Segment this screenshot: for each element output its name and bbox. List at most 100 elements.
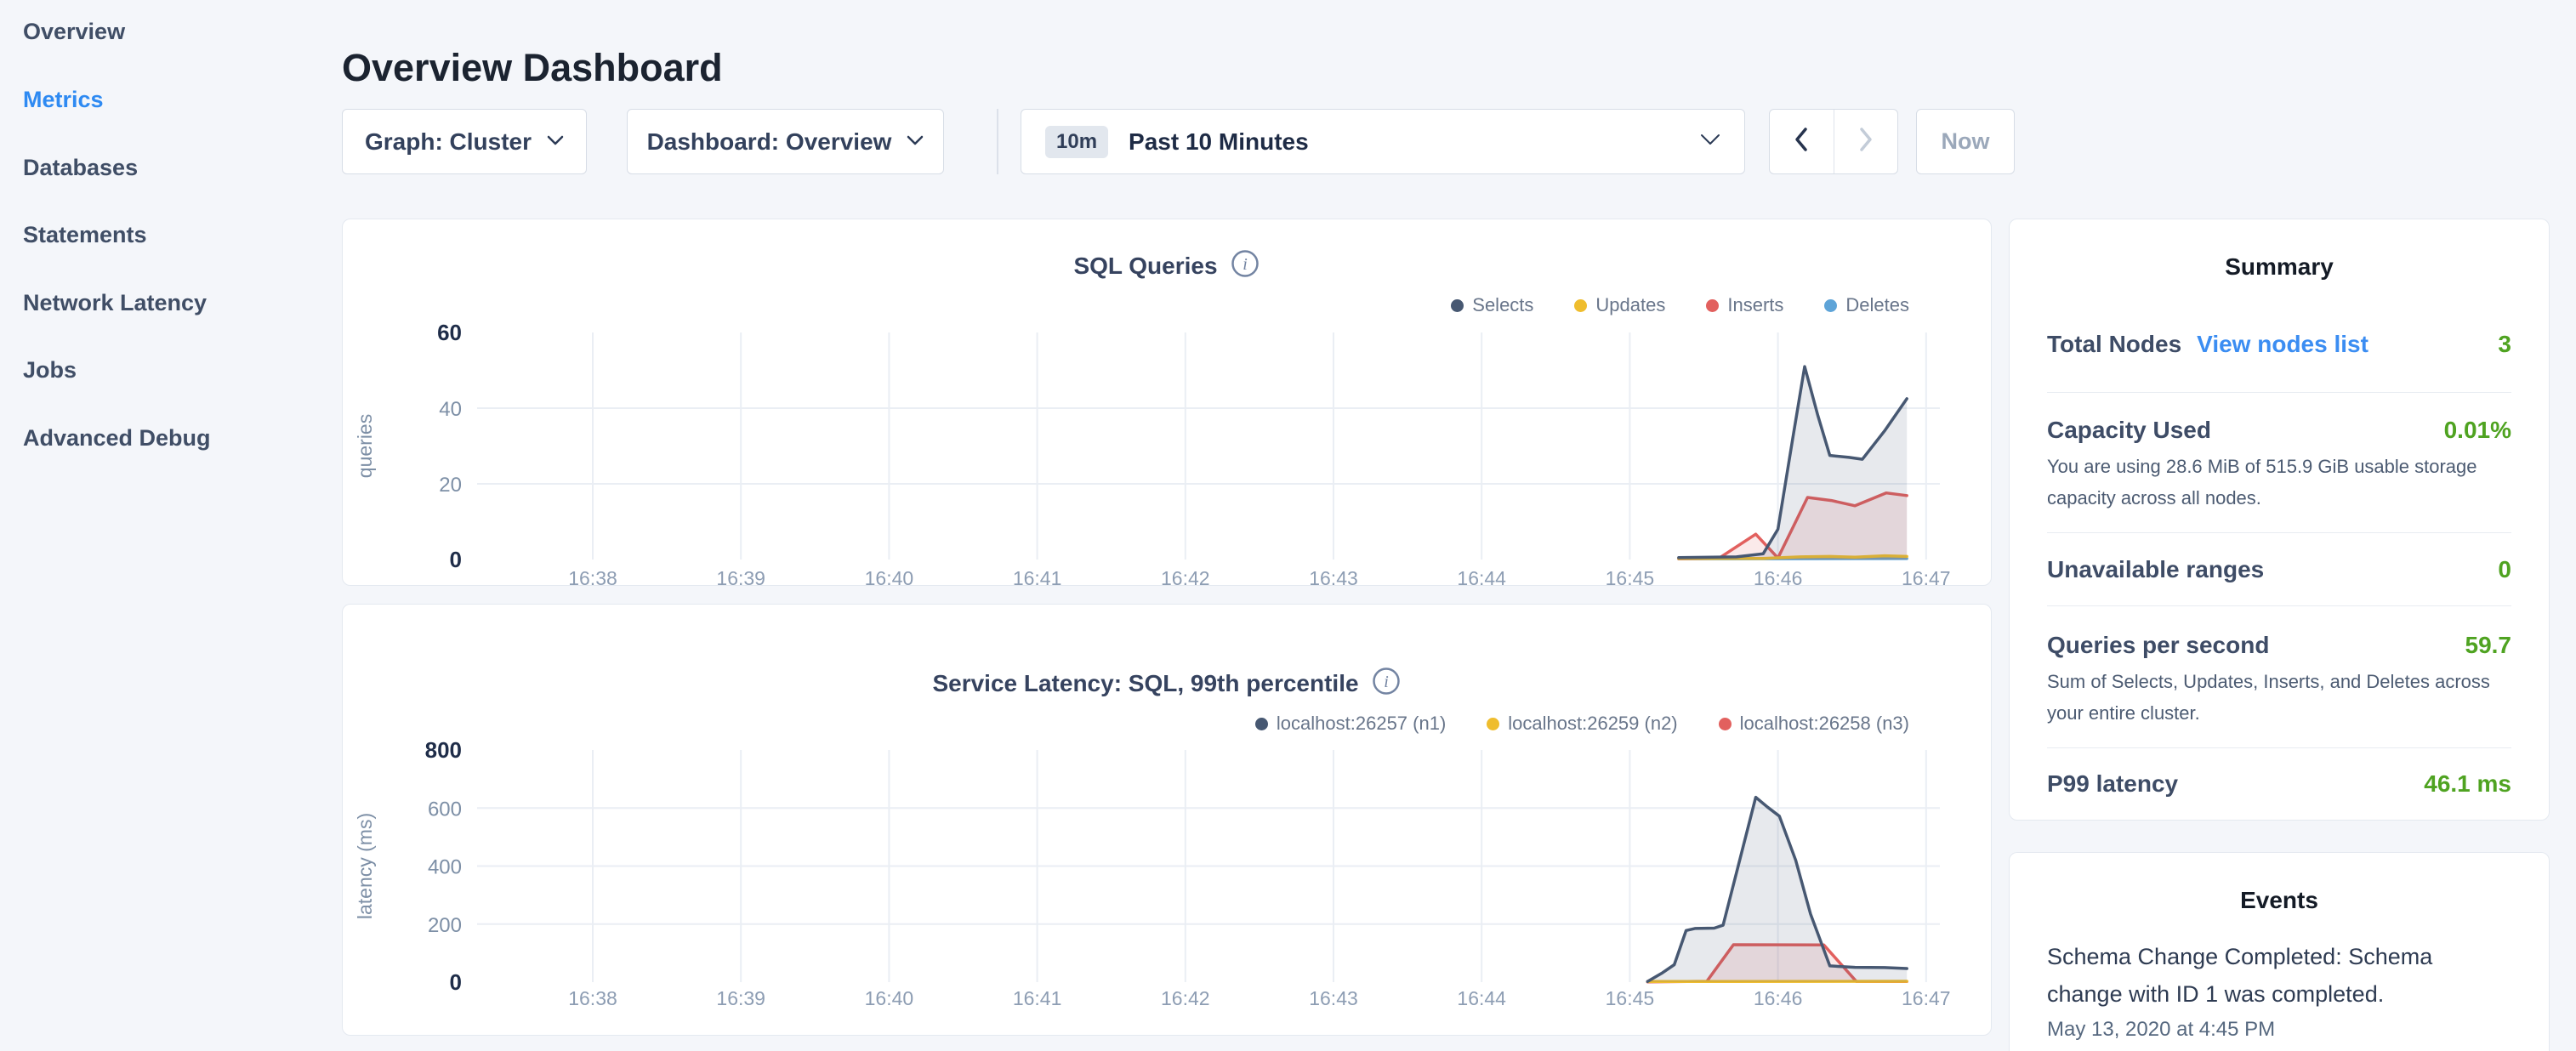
divider [2047, 747, 2511, 748]
event-timestamp: May 13, 2020 at 4:45 PM [2047, 1016, 2511, 1043]
summary-row-p99-latency: P99 latency 46.1 ms [2047, 769, 2511, 799]
dashboard-dropdown[interactable]: Dashboard: Overview [627, 109, 944, 174]
chevron-right-icon [1857, 127, 1874, 156]
toolbar-divider [997, 109, 998, 174]
svg-text:16:38: 16:38 [568, 567, 617, 587]
svg-text:16:41: 16:41 [1013, 987, 1062, 1009]
chart-title: Service Latency: SQL, 99th percentile [932, 670, 1358, 697]
legend-dot-deletes [1824, 299, 1837, 312]
time-pager [1769, 109, 1898, 174]
sidebar-item-network-latency[interactable]: Network Latency [23, 287, 207, 318]
svg-text:16:45: 16:45 [1606, 987, 1655, 1009]
sidebar-item-overview[interactable]: Overview [23, 16, 125, 47]
sidebar-item-statements[interactable]: Statements [23, 219, 147, 250]
legend-label: Deletes [1845, 294, 1909, 316]
legend-dot-n1 [1255, 718, 1268, 730]
info-icon[interactable]: i [1230, 248, 1260, 283]
legend-item: Updates [1574, 294, 1665, 316]
chart-title: SQL Queries [1073, 253, 1217, 280]
svg-text:16:39: 16:39 [716, 567, 765, 587]
svg-text:16:38: 16:38 [568, 987, 617, 1009]
time-range-label: Past 10 Minutes [1129, 128, 1309, 156]
svg-text:16:43: 16:43 [1309, 987, 1358, 1009]
summary-value: 3 [2498, 329, 2511, 360]
summary-row-unavailable-ranges: Unavailable ranges 0 [2047, 554, 2511, 585]
legend-label: localhost:26258 (n3) [1740, 713, 1909, 735]
sql-queries-card: 16:38 16:39 16:40 16:41 16:42 16:43 16:44 16:45… [342, 219, 1992, 586]
legend-item: localhost:26258 (n3) [1719, 713, 1909, 735]
svg-text:16:43: 16:43 [1309, 567, 1358, 587]
summary-subtext: Sum of Selects, Updates, Inserts, and De… [2047, 666, 2511, 729]
svg-text:i: i [1384, 673, 1389, 691]
events-panel: Events Schema Change Completed: Schema c… [2009, 852, 2550, 1051]
svg-text:latency (ms): latency (ms) [354, 813, 376, 919]
svg-text:16:46: 16:46 [1754, 567, 1803, 587]
svg-text:16:40: 16:40 [865, 987, 914, 1009]
sidebar-item-metrics[interactable]: Metrics [23, 84, 104, 115]
svg-text:400: 400 [428, 856, 462, 879]
svg-text:0: 0 [450, 969, 462, 995]
summary-label: Total Nodes [2047, 329, 2181, 360]
info-icon[interactable]: i [1371, 666, 1402, 701]
graph-dropdown-label: Graph: Cluster [365, 128, 532, 156]
db-console-app: Overview Metrics Databases Statements Ne… [0, 0, 2576, 1051]
svg-text:600: 600 [428, 798, 462, 821]
legend-item: localhost:26259 (n2) [1487, 713, 1677, 735]
svg-text:800: 800 [425, 737, 462, 763]
summary-subtext: You are using 28.6 MiB of 515.9 GiB usab… [2047, 451, 2511, 514]
svg-text:40: 40 [439, 398, 462, 421]
summary-value: 0 [2498, 554, 2511, 585]
svg-text:16:46: 16:46 [1754, 987, 1803, 1009]
chart-legend: localhost:26257 (n1) localhost:26259 (n2… [1255, 713, 1909, 735]
legend-item: Selects [1451, 294, 1533, 316]
svg-text:16:41: 16:41 [1013, 567, 1062, 587]
summary-value: 59.7 [2465, 630, 2512, 661]
time-range-dropdown[interactable]: 10m Past 10 Minutes [1021, 109, 1745, 174]
service-latency-card: 16:3816:3916:4016:4116:4216:4316:4416:45… [342, 604, 1992, 1036]
divider [2047, 392, 2511, 393]
dashboard-dropdown-label: Dashboard: Overview [647, 128, 892, 156]
svg-text:60: 60 [437, 320, 462, 345]
graph-dropdown[interactable]: Graph: Cluster [342, 109, 587, 174]
page-title: Overview Dashboard [342, 46, 723, 90]
summary-row-capacity-used: Capacity Used 0.01% [2047, 415, 2511, 446]
chevron-left-icon [1793, 127, 1810, 156]
svg-text:16:44: 16:44 [1457, 567, 1506, 587]
summary-label: P99 latency [2047, 769, 2178, 799]
svg-text:queries: queries [354, 414, 376, 478]
summary-row-total-nodes: Total Nodes View nodes list 3 [2047, 329, 2511, 360]
chevron-down-icon [1700, 134, 1720, 150]
svg-text:16:44: 16:44 [1457, 987, 1506, 1009]
now-button[interactable]: Now [1916, 109, 2015, 174]
sidebar-item-jobs[interactable]: Jobs [23, 355, 77, 385]
sidebar-item-databases[interactable]: Databases [23, 152, 138, 183]
time-back-button[interactable] [1770, 110, 1834, 173]
events-title: Events [2047, 885, 2511, 916]
view-nodes-list-link[interactable]: View nodes list [2197, 329, 2368, 360]
time-range-badge: 10m [1045, 126, 1108, 158]
chevron-down-icon [547, 134, 564, 150]
svg-text:200: 200 [428, 914, 462, 937]
svg-text:16:45: 16:45 [1606, 567, 1655, 587]
legend-label: Inserts [1727, 294, 1783, 316]
legend-item: Deletes [1824, 294, 1909, 316]
svg-text:0: 0 [450, 547, 462, 572]
legend-dot-selects [1451, 299, 1464, 312]
time-forward-button[interactable] [1834, 110, 1898, 173]
svg-text:i: i [1243, 255, 1248, 274]
legend-label: localhost:26259 (n2) [1508, 713, 1677, 735]
divider [2047, 532, 2511, 533]
svg-text:16:40: 16:40 [865, 567, 914, 587]
legend-item: Inserts [1706, 294, 1783, 316]
svg-text:16:47: 16:47 [1902, 987, 1951, 1009]
legend-dot-inserts [1706, 299, 1719, 312]
chart-title-row: Service Latency: SQL, 99th percentile i [343, 666, 1991, 701]
divider [2047, 605, 2511, 606]
summary-label: Capacity Used [2047, 415, 2211, 446]
svg-text:16:42: 16:42 [1161, 567, 1210, 587]
sidebar-item-advanced-debug[interactable]: Advanced Debug [23, 423, 211, 453]
summary-panel: Summary Total Nodes View nodes list 3 Ca… [2009, 219, 2550, 821]
svg-text:16:47: 16:47 [1902, 567, 1951, 587]
summary-value: 0.01% [2444, 415, 2511, 446]
svg-text:16:39: 16:39 [716, 987, 765, 1009]
